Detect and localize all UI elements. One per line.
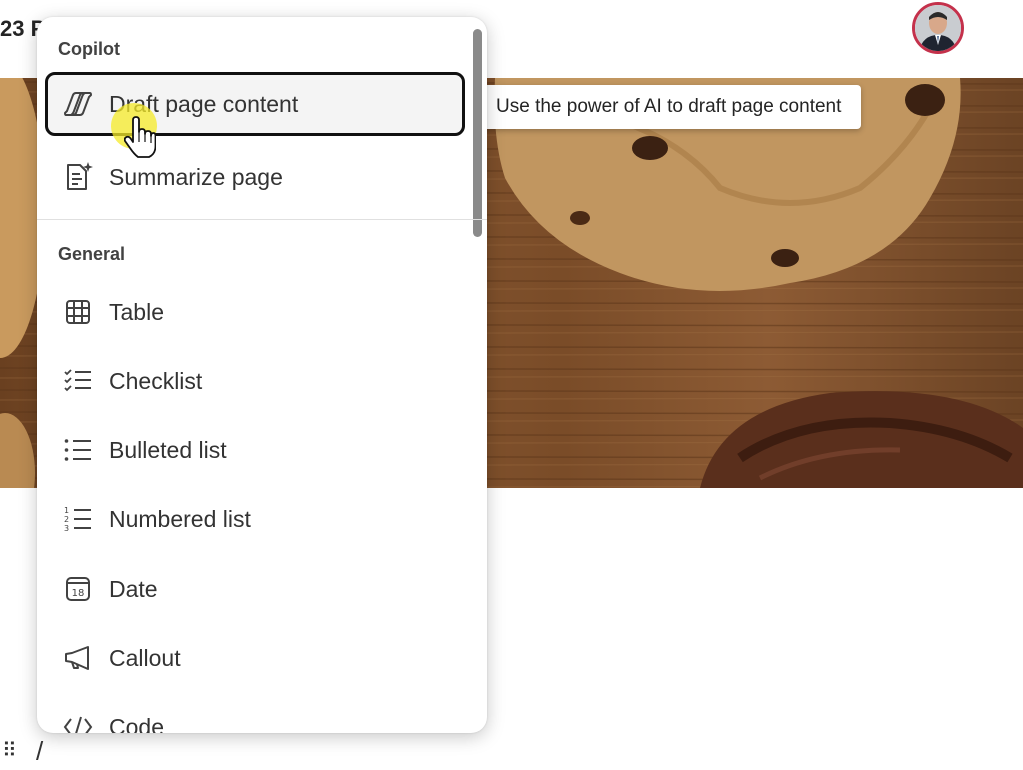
menu-item-label: Numbered list xyxy=(109,505,251,532)
menu-item-label: Date xyxy=(109,575,158,602)
code-icon xyxy=(58,707,98,733)
hand-pointer-icon xyxy=(124,116,156,158)
menu-item-numbered-list[interactable]: 1 2 3 Numbered list xyxy=(45,487,465,551)
numbered-list-icon: 1 2 3 xyxy=(58,499,98,539)
editor-slash-input[interactable]: / xyxy=(36,736,43,767)
svg-text:1: 1 xyxy=(64,506,69,515)
insert-menu: Copilot Draft page content Summarize pag… xyxy=(37,17,487,733)
svg-text:2: 2 xyxy=(64,515,69,524)
avatar-photo xyxy=(915,5,961,51)
menu-item-date[interactable]: 18 Date xyxy=(45,557,465,621)
table-icon xyxy=(58,292,98,332)
avatar[interactable] xyxy=(912,2,964,54)
section-header-copilot: Copilot xyxy=(58,39,120,59)
menu-item-bulleted-list[interactable]: Bulleted list xyxy=(45,418,465,482)
menu-scrollbar-thumb[interactable] xyxy=(473,29,482,237)
menu-item-label: Code xyxy=(109,713,164,734)
menu-item-code[interactable]: Code xyxy=(45,695,465,733)
menu-item-label: Callout xyxy=(109,644,181,671)
calendar-icon: 18 xyxy=(58,569,98,609)
menu-scrollbar[interactable] xyxy=(473,29,483,719)
menu-item-table[interactable]: Table xyxy=(45,280,465,344)
tooltip: Use the power of AI to draft page conten… xyxy=(476,85,862,129)
menu-item-label: Bulleted list xyxy=(109,436,227,463)
section-header-general: General xyxy=(58,244,126,264)
menu-item-label: Table xyxy=(109,298,164,325)
bulleted-list-icon xyxy=(58,430,98,470)
copilot-icon xyxy=(58,84,98,124)
megaphone-icon xyxy=(58,638,98,678)
menu-item-callout[interactable]: Callout xyxy=(45,626,465,690)
calendar-day: 18 xyxy=(72,588,85,599)
menu-divider xyxy=(37,219,487,220)
checklist-icon xyxy=(58,361,98,401)
menu-item-label: Summarize page xyxy=(109,163,283,190)
drag-handle[interactable]: ⠿ xyxy=(2,738,17,763)
summarize-icon xyxy=(58,157,98,197)
menu-item-summarize-page[interactable]: Summarize page xyxy=(45,145,465,209)
menu-item-label: Checklist xyxy=(109,367,203,394)
svg-text:3: 3 xyxy=(64,524,69,533)
menu-item-draft-page-content[interactable]: Draft page content xyxy=(45,72,465,136)
menu-item-checklist[interactable]: Checklist xyxy=(45,349,465,413)
